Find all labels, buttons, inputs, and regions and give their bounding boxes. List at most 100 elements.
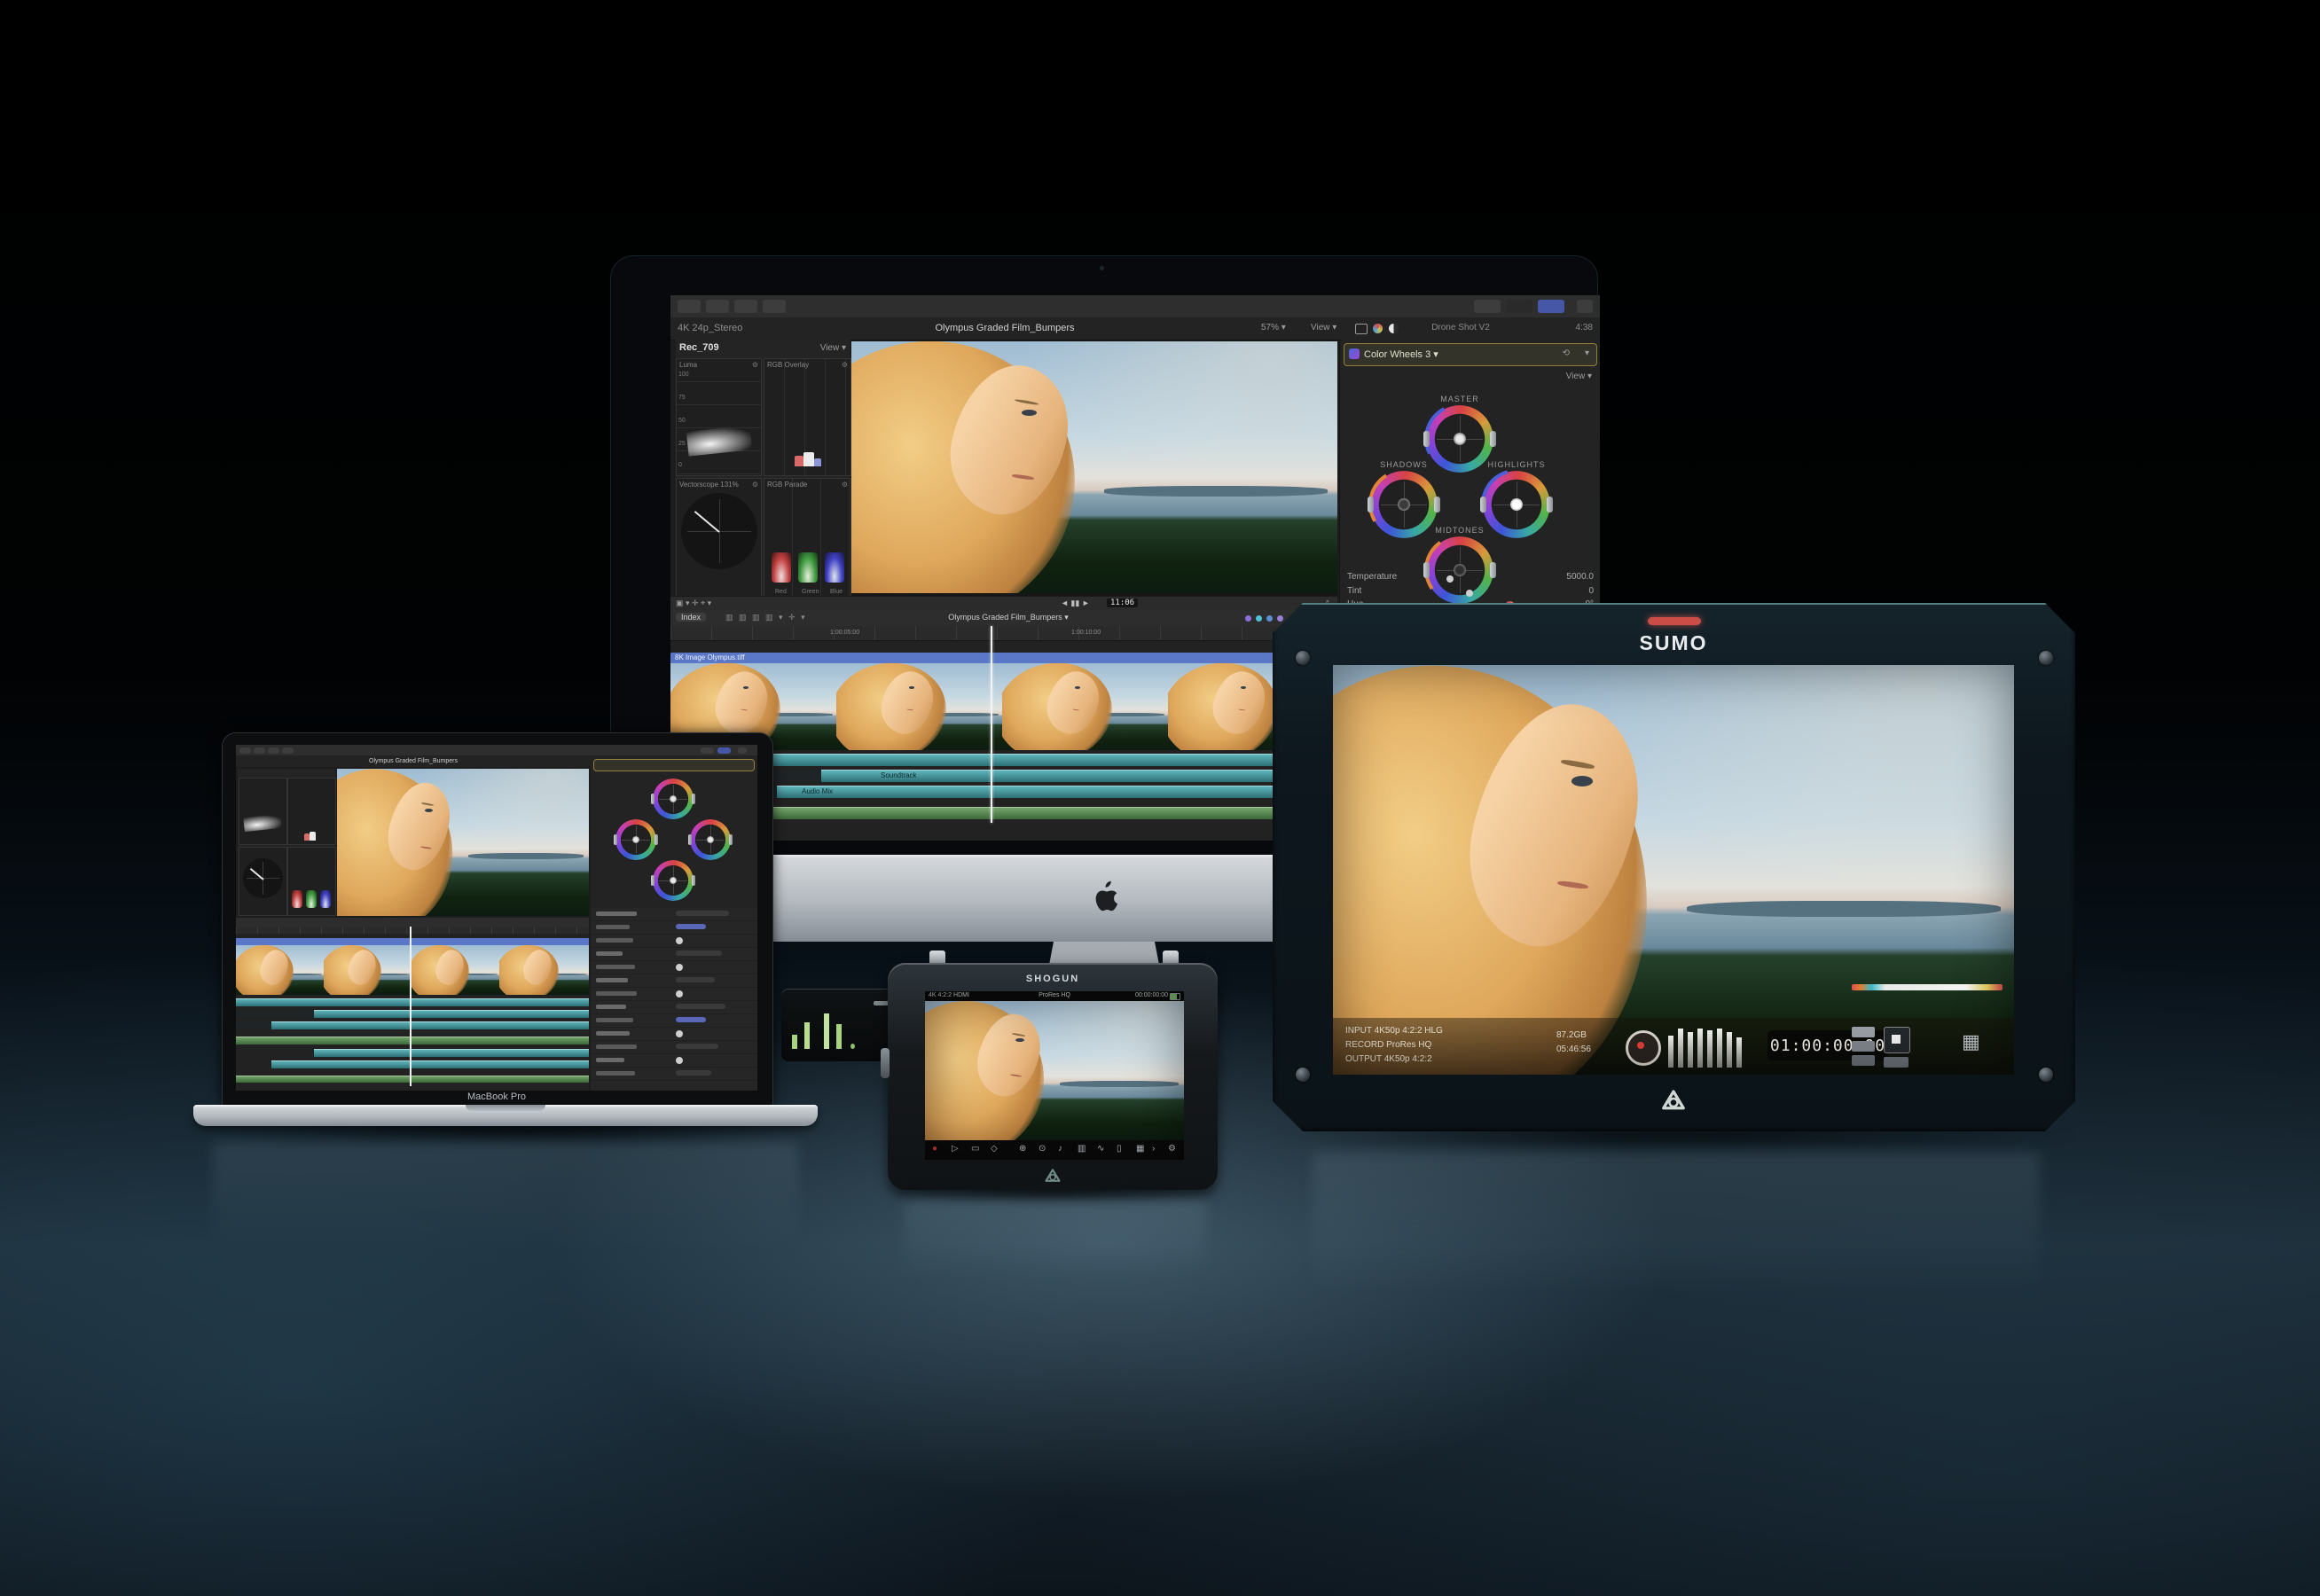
- playhead[interactable]: [410, 927, 411, 1086]
- param-slider[interactable]: [676, 1030, 683, 1037]
- param-slider[interactable]: [676, 1070, 711, 1076]
- audio-track[interactable]: [236, 998, 589, 1006]
- audio-clip[interactable]: [271, 1060, 589, 1068]
- record-button[interactable]: [1626, 1030, 1661, 1066]
- tint-value[interactable]: 0: [1588, 586, 1594, 596]
- solo-icon[interactable]: [1266, 615, 1273, 622]
- shadows-color-wheel[interactable]: [615, 819, 656, 860]
- gear-icon[interactable]: ⚙: [752, 481, 758, 489]
- zebra-button[interactable]: [1852, 1041, 1875, 1052]
- viewer-view-menu[interactable]: View ▾: [1311, 323, 1336, 332]
- play-button[interactable]: ▷: [952, 1144, 959, 1154]
- playhead[interactable]: [991, 626, 992, 823]
- histogram-icon[interactable]: ▥: [1078, 1144, 1086, 1154]
- audio-clip[interactable]: [314, 1010, 589, 1018]
- keyword-editor-button[interactable]: [254, 747, 265, 754]
- false-color-button[interactable]: [1852, 1055, 1875, 1066]
- reset-icon[interactable]: ⟲: [1563, 348, 1570, 358]
- skimming-icon[interactable]: [1245, 615, 1251, 622]
- video-clip-filmstrip[interactable]: [236, 945, 589, 995]
- midtones-color-wheel[interactable]: [1426, 536, 1493, 604]
- focus-peaking-button[interactable]: [1852, 1027, 1875, 1037]
- gear-icon[interactable]: ⚙: [752, 361, 758, 369]
- grid-icon[interactable]: ▦: [1962, 1030, 1980, 1053]
- gear-icon[interactable]: ⚙: [842, 481, 848, 489]
- gear-icon[interactable]: ⚙: [842, 361, 848, 369]
- browser-toggle-button[interactable]: [701, 747, 714, 754]
- playlist-button[interactable]: ◇: [991, 1144, 998, 1154]
- shogun-screen[interactable]: 4K 4:2:2 HDMI ProRes HQ 00:00:00:00 ● ▷ …: [925, 991, 1184, 1160]
- keyword-editor-button[interactable]: [706, 300, 729, 313]
- monitor-button[interactable]: ▭: [971, 1144, 979, 1154]
- scopes-view-menu[interactable]: View ▾: [820, 343, 846, 353]
- rgb-parade-scope: RGB Parade ⚙ Red Green Blue: [764, 478, 851, 598]
- stop-button[interactable]: [1884, 1027, 1910, 1053]
- midtones-color-wheel[interactable]: [653, 860, 694, 901]
- highlights-color-wheel[interactable]: [690, 819, 731, 860]
- param-slider[interactable]: [676, 1004, 725, 1009]
- index-button[interactable]: Index: [676, 613, 706, 622]
- focus-icon[interactable]: ⊙: [1039, 1144, 1046, 1154]
- extensions-button[interactable]: [282, 747, 294, 754]
- audio-icon[interactable]: ♪: [1058, 1144, 1062, 1154]
- waveform-icon[interactable]: ∿: [1097, 1144, 1104, 1154]
- library-name[interactable]: 4K 24p_Stereo: [678, 323, 742, 333]
- video-clip-titlebar[interactable]: [236, 938, 589, 945]
- param-slider[interactable]: [676, 1044, 718, 1049]
- media-import-button[interactable]: [239, 747, 251, 754]
- parade-label: Blue: [830, 589, 843, 595]
- music-track[interactable]: [236, 1037, 589, 1044]
- playlist-button[interactable]: [1884, 1057, 1909, 1068]
- audio-clip[interactable]: [271, 1021, 589, 1029]
- param-slider[interactable]: [676, 937, 683, 944]
- temperature-value[interactable]: 5000.0: [1566, 572, 1594, 582]
- audio-clip[interactable]: [314, 1049, 589, 1057]
- clip-appearance-icons[interactable]: ▥ ▥ ▥ ▥ ▾ ✛ ▾: [725, 613, 807, 622]
- viewer-zoom-menu[interactable]: 57% ▾: [1261, 323, 1286, 332]
- param-slider[interactable]: [676, 964, 683, 971]
- meters-icon[interactable]: ▯: [1117, 1144, 1122, 1154]
- audio-skimming-icon[interactable]: [1256, 615, 1262, 622]
- temperature-slider[interactable]: [1446, 575, 1454, 583]
- background-tasks-button[interactable]: [734, 300, 757, 313]
- timeline-toggle-button[interactable]: [1506, 300, 1532, 313]
- param-slider[interactable]: [676, 924, 706, 929]
- settings-button[interactable]: ⚙: [1168, 1144, 1176, 1154]
- music-track[interactable]: [236, 1076, 589, 1083]
- timeline-breadcrumb[interactable]: Olympus Graded Film_Bumpers ▾: [948, 613, 1069, 622]
- media-import-button[interactable]: [678, 300, 701, 313]
- inspector-toggle-button[interactable]: [1538, 300, 1564, 313]
- playback-controls[interactable]: ◄ ▮▮ ►: [1061, 598, 1090, 608]
- background-tasks-button[interactable]: [268, 747, 279, 754]
- tools-icons[interactable]: ▣ ▾ ✛ ⌖ ▾: [676, 598, 711, 608]
- color-preset-selector[interactable]: Color Wheels 3 ▾ ⟲ ▾: [1344, 343, 1597, 366]
- grid-icon[interactable]: ▦: [1136, 1144, 1144, 1154]
- color-preset-selector[interactable]: [593, 759, 755, 771]
- browser-toggle-button[interactable]: [1474, 300, 1501, 313]
- side-knob[interactable]: [881, 1048, 890, 1078]
- param-slider[interactable]: [676, 1017, 706, 1022]
- rgb-parade-title: RGB Parade: [767, 481, 807, 489]
- param-slider[interactable]: [676, 977, 715, 982]
- inspector-view-menu[interactable]: View ▾: [1566, 372, 1592, 381]
- param-slider[interactable]: [676, 990, 683, 998]
- param-slider[interactable]: [676, 1057, 683, 1064]
- param-slider[interactable]: [676, 911, 729, 916]
- extensions-button[interactable]: [763, 300, 786, 313]
- master-color-wheel[interactable]: [653, 778, 694, 819]
- share-button[interactable]: [1577, 300, 1593, 313]
- share-button[interactable]: [738, 747, 747, 754]
- exposure-icon[interactable]: [1389, 324, 1399, 333]
- chevron-down-icon[interactable]: ▾: [1585, 348, 1589, 358]
- tint-slider[interactable]: [1466, 590, 1473, 597]
- sumo-screen[interactable]: INPUT 4K50p 4:2:2 HLG RECORD ProRes HQ O…: [1333, 665, 2014, 1075]
- crop-icon[interactable]: [1355, 324, 1368, 334]
- timeline-ruler[interactable]: [236, 927, 589, 934]
- inspector-toggle-button[interactable]: [717, 747, 731, 754]
- record-button[interactable]: ●: [932, 1144, 937, 1154]
- led-bar: [824, 1013, 829, 1049]
- zoom-icon[interactable]: ⊕: [1019, 1144, 1026, 1154]
- more-icon[interactable]: ›: [1152, 1144, 1155, 1154]
- color-board-icon[interactable]: [1373, 324, 1383, 333]
- param-slider[interactable]: [676, 951, 722, 956]
